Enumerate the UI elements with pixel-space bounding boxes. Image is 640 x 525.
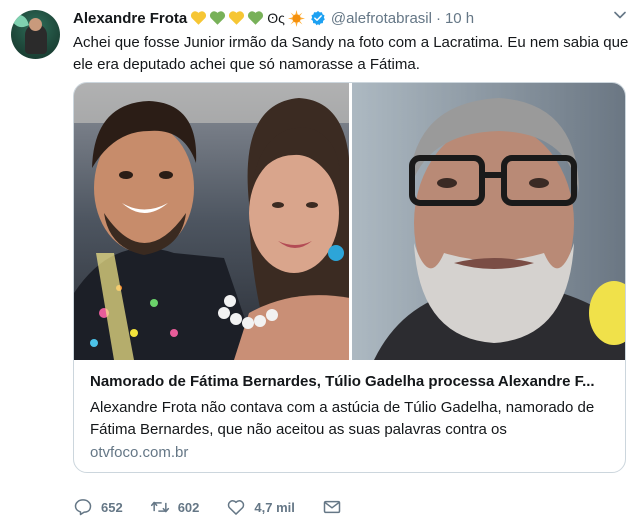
display-name[interactable]: Alexandre Frota bbox=[73, 10, 187, 27]
like-count: 4,7 mil bbox=[254, 499, 295, 515]
separator-dot: · bbox=[435, 9, 441, 27]
heart-icon bbox=[228, 500, 245, 515]
name-emoji-row: ʘς bbox=[190, 9, 307, 27]
green-heart-icon bbox=[248, 11, 264, 25]
yellow-heart-icon bbox=[191, 11, 207, 25]
card-image[interactable] bbox=[74, 83, 626, 360]
reply-icon bbox=[74, 499, 92, 516]
retweet-count: 602 bbox=[177, 499, 200, 515]
card-title[interactable]: Namorado de Fátima Bernardes, Túlio Gade… bbox=[90, 373, 610, 390]
card-domain: otvfoco.com.br bbox=[90, 444, 189, 461]
green-heart-icon bbox=[210, 11, 226, 25]
avatar[interactable] bbox=[11, 10, 60, 59]
link-card[interactable]: Namorado de Fátima Bernardes, Túlio Gade… bbox=[73, 82, 626, 473]
retweet-icon bbox=[150, 501, 169, 513]
user-handle[interactable]: @alefrotabrasil bbox=[331, 10, 432, 27]
ot-symbol: ʘς bbox=[267, 10, 285, 26]
tweet-actions: 652 602 4,7 mil bbox=[73, 496, 633, 518]
tweet-text: Achei que fosse Junior irmão da Sandy na… bbox=[73, 34, 629, 73]
reply-button[interactable]: 652 bbox=[73, 496, 123, 518]
timestamp[interactable]: 10 h bbox=[445, 10, 474, 27]
like-button[interactable]: 4,7 mil bbox=[226, 496, 295, 518]
reply-count: 652 bbox=[101, 499, 123, 515]
card-description: Alexandre Frota não contava com a astúci… bbox=[90, 399, 595, 438]
tweet-header: Alexandre Frota ʘς @alefrotabrasil · 10 … bbox=[73, 7, 633, 29]
tweet: Alexandre Frota ʘς @alefrotabrasil · 10 … bbox=[0, 0, 640, 525]
avatar-head bbox=[29, 18, 42, 31]
verified-badge-icon bbox=[311, 11, 325, 26]
chevron-down-icon[interactable] bbox=[614, 11, 626, 19]
avatar-leaf-decoration bbox=[11, 12, 29, 30]
direct-message-button[interactable] bbox=[322, 496, 342, 518]
envelope-icon bbox=[323, 500, 341, 514]
retweet-button[interactable]: 602 bbox=[150, 496, 200, 518]
yellow-heart-icon bbox=[229, 11, 245, 25]
star-icon bbox=[287, 9, 305, 27]
